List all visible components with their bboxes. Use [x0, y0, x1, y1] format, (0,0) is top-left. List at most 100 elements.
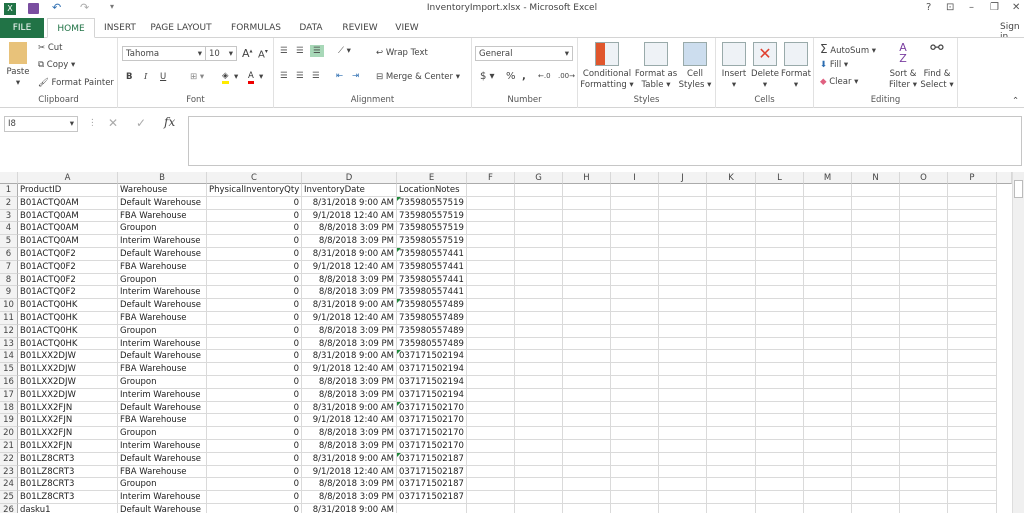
cell[interactable]: [852, 388, 900, 402]
cell[interactable]: 0: [207, 414, 302, 428]
cell[interactable]: [804, 184, 852, 197]
cell[interactable]: [611, 465, 659, 479]
cell[interactable]: [900, 376, 948, 389]
align-right-icon[interactable]: ☰: [312, 71, 320, 81]
cell[interactable]: FBA Warehouse: [118, 465, 207, 479]
cell[interactable]: [467, 376, 515, 389]
orientation-icon[interactable]: ⟋ ▾: [338, 46, 351, 56]
cell[interactable]: [900, 324, 948, 338]
cell[interactable]: [852, 427, 900, 440]
cell[interactable]: 8/31/2018 9:00 AM: [302, 196, 397, 210]
cell[interactable]: Interim Warehouse: [118, 491, 207, 504]
cell[interactable]: B01ACTQ0HK: [18, 324, 118, 338]
tab-formulas[interactable]: FORMULAS: [228, 18, 284, 38]
minimize-icon[interactable]: –: [969, 2, 974, 13]
cell[interactable]: [611, 222, 659, 236]
cell[interactable]: [804, 312, 852, 325]
cell[interactable]: [515, 196, 563, 210]
cell[interactable]: [804, 222, 852, 236]
cell[interactable]: [756, 235, 804, 248]
cell[interactable]: [611, 414, 659, 428]
cell[interactable]: B01ACTQ0AM: [18, 222, 118, 236]
cell[interactable]: [659, 312, 707, 325]
cell[interactable]: FBA Warehouse: [118, 260, 207, 274]
cancel-icon[interactable]: ✕: [108, 116, 118, 130]
cell[interactable]: LocationNotes: [397, 184, 467, 197]
scroll-thumb[interactable]: [1014, 180, 1023, 198]
cell[interactable]: [467, 465, 515, 479]
cell[interactable]: [804, 235, 852, 248]
align-center-icon[interactable]: ☰: [296, 71, 304, 81]
cell[interactable]: [900, 440, 948, 453]
row-header[interactable]: 17: [0, 388, 18, 402]
column-header-B[interactable]: B: [118, 172, 207, 184]
cell[interactable]: [948, 440, 997, 453]
cell[interactable]: B01ACTQ0AM: [18, 196, 118, 210]
cell[interactable]: 0: [207, 222, 302, 236]
cell[interactable]: [948, 273, 997, 287]
clear-button[interactable]: ◆ Clear ▾: [820, 77, 858, 87]
cell[interactable]: [515, 388, 563, 402]
cell[interactable]: [611, 363, 659, 376]
cell[interactable]: 735980557489: [397, 324, 467, 338]
row-header[interactable]: 10: [0, 299, 18, 312]
cell[interactable]: [900, 209, 948, 223]
cell[interactable]: [900, 427, 948, 440]
cell[interactable]: [852, 504, 900, 513]
cell[interactable]: [563, 350, 611, 364]
cell[interactable]: [659, 491, 707, 504]
cell[interactable]: 8/31/2018 9:00 AM: [302, 248, 397, 261]
cell[interactable]: 735980557519: [397, 196, 467, 210]
ribbon-display-icon[interactable]: ⊡: [946, 2, 954, 13]
cell[interactable]: Default Warehouse: [118, 452, 207, 466]
cell[interactable]: Groupon: [118, 427, 207, 440]
cell[interactable]: [948, 222, 997, 236]
cell[interactable]: 8/31/2018 9:00 AM: [302, 504, 397, 513]
cell[interactable]: [659, 414, 707, 428]
cell[interactable]: [467, 222, 515, 236]
autosum-button[interactable]: Σ AutoSum ▾: [820, 42, 876, 56]
cell[interactable]: [707, 196, 756, 210]
cell[interactable]: [563, 388, 611, 402]
cell[interactable]: [948, 478, 997, 492]
cell[interactable]: [900, 196, 948, 210]
row-header[interactable]: 3: [0, 209, 18, 223]
cell[interactable]: [707, 209, 756, 223]
cell[interactable]: 0: [207, 324, 302, 338]
cell[interactable]: [707, 273, 756, 287]
cell[interactable]: [756, 196, 804, 210]
tab-page-layout[interactable]: PAGE LAYOUT: [148, 18, 214, 38]
cell[interactable]: [659, 376, 707, 389]
underline-button[interactable]: U: [160, 72, 166, 82]
cell[interactable]: [900, 491, 948, 504]
cell[interactable]: [900, 299, 948, 312]
row-header[interactable]: 20: [0, 427, 18, 440]
cell[interactable]: [804, 273, 852, 287]
cell[interactable]: Warehouse: [118, 184, 207, 197]
cell[interactable]: [611, 260, 659, 274]
cell[interactable]: [611, 286, 659, 300]
cell[interactable]: [611, 388, 659, 402]
cell[interactable]: [900, 350, 948, 364]
cell[interactable]: [756, 350, 804, 364]
cell[interactable]: [467, 273, 515, 287]
cell[interactable]: [948, 376, 997, 389]
cell[interactable]: [756, 209, 804, 223]
cell[interactable]: [611, 235, 659, 248]
cell[interactable]: 037171502170: [397, 427, 467, 440]
cell[interactable]: [659, 337, 707, 351]
cell[interactable]: [756, 414, 804, 428]
cell[interactable]: B01LZ8CRT3: [18, 491, 118, 504]
cell[interactable]: [852, 414, 900, 428]
cell[interactable]: [804, 401, 852, 415]
cell[interactable]: [659, 184, 707, 197]
sort-filter-button[interactable]: A Z Sort & Filter ▾: [886, 42, 920, 91]
row-header[interactable]: 24: [0, 478, 18, 492]
cell[interactable]: 0: [207, 440, 302, 453]
cell[interactable]: [563, 235, 611, 248]
cell[interactable]: [756, 440, 804, 453]
cell[interactable]: [515, 286, 563, 300]
cell[interactable]: [852, 184, 900, 197]
cell[interactable]: [948, 427, 997, 440]
cell[interactable]: [707, 376, 756, 389]
